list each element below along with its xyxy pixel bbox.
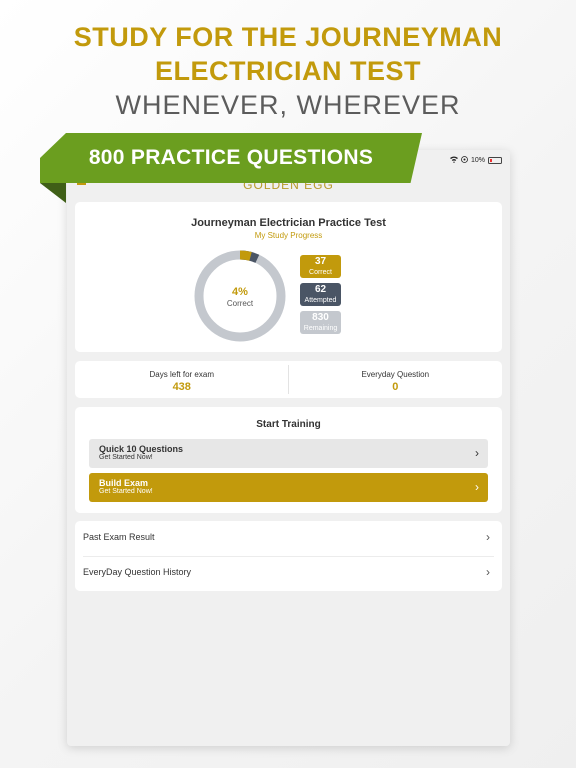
percent-correct-label: Correct [226, 299, 254, 308]
stat-correct-value: 37 [314, 256, 327, 267]
everyday-question-history-row[interactable]: EveryDay Question History › [75, 556, 502, 591]
days-left-label: Days left for exam [149, 370, 214, 379]
past-exam-result-label: Past Exam Result [83, 532, 155, 542]
training-card: Start Training Quick 10 Questions Get St… [75, 407, 502, 513]
headline-line-1: STUDY FOR THE JOURNEYMAN [73, 22, 503, 52]
tablet-screen: 10% GOLDEN EGG Journeyman Electrician Pr… [67, 150, 510, 746]
days-left-value: 438 [172, 381, 191, 393]
percent-correct: 4% [232, 286, 248, 298]
wifi-icon [449, 156, 458, 165]
everyday-question-history-label: EveryDay Question History [83, 567, 192, 577]
status-bar: 10% [449, 154, 502, 166]
everyday-question: Everyday Question 0 [289, 361, 503, 398]
banner-fold [40, 183, 66, 203]
build-exam-subtitle: Get Started Now! [99, 488, 153, 495]
stat-remaining-value: 830 [312, 312, 329, 323]
headline-line-3: WHENEVER, WHEREVER [115, 90, 461, 120]
progress-card: Journeyman Electrician Practice Test My … [75, 202, 502, 352]
stat-remaining-label: Remaining [303, 325, 338, 332]
everyday-question-label: Everyday Question [361, 370, 430, 379]
stat-attempted: 62 Attempted [300, 283, 341, 306]
battery-icon [488, 156, 502, 164]
stat-attempted-value: 62 [314, 284, 327, 295]
stat-correct: 37 Correct [300, 255, 341, 278]
quick-10-title: Quick 10 Questions [99, 444, 184, 454]
chevron-right-icon: › [486, 530, 490, 544]
promo-banner-text: 800 PRACTICE QUESTIONS [88, 146, 374, 169]
quick-10-subtitle: Get Started Now! [99, 454, 153, 461]
stat-correct-label: Correct [309, 269, 332, 276]
stat-attempted-label: Attempted [304, 297, 337, 304]
past-exam-result-row[interactable]: Past Exam Result › [75, 521, 502, 556]
days-left: Days left for exam 438 [75, 361, 289, 398]
chevron-right-icon: › [486, 565, 490, 579]
stat-remaining: 830 Remaining [300, 311, 341, 334]
build-exam-title: Build Exam [99, 478, 149, 488]
everyday-question-value: 0 [392, 381, 399, 393]
headline-line-2: ELECTRICIAN TEST [154, 56, 421, 86]
chevron-right-icon: › [475, 446, 479, 460]
test-title: Journeyman Electrician Practice Test [191, 217, 386, 229]
build-exam-button[interactable]: Build Exam Get Started Now! › [89, 473, 488, 502]
chevron-right-icon: › [475, 480, 479, 494]
study-progress-label: My Study Progress [254, 231, 323, 240]
start-training-title: Start Training [256, 419, 321, 430]
donut-correct-arc [239, 250, 252, 261]
battery-percent: 10% [470, 156, 485, 164]
quick-10-questions-button[interactable]: Quick 10 Questions Get Started Now! › [89, 439, 488, 468]
orientation-lock-icon [461, 155, 468, 165]
exam-info-card: Days left for exam 438 Everyday Question… [75, 361, 502, 398]
history-card: Past Exam Result › EveryDay Question His… [75, 521, 502, 591]
headline: STUDY FOR THE JOURNEYMAN ELECTRICIAN TES… [0, 20, 576, 122]
